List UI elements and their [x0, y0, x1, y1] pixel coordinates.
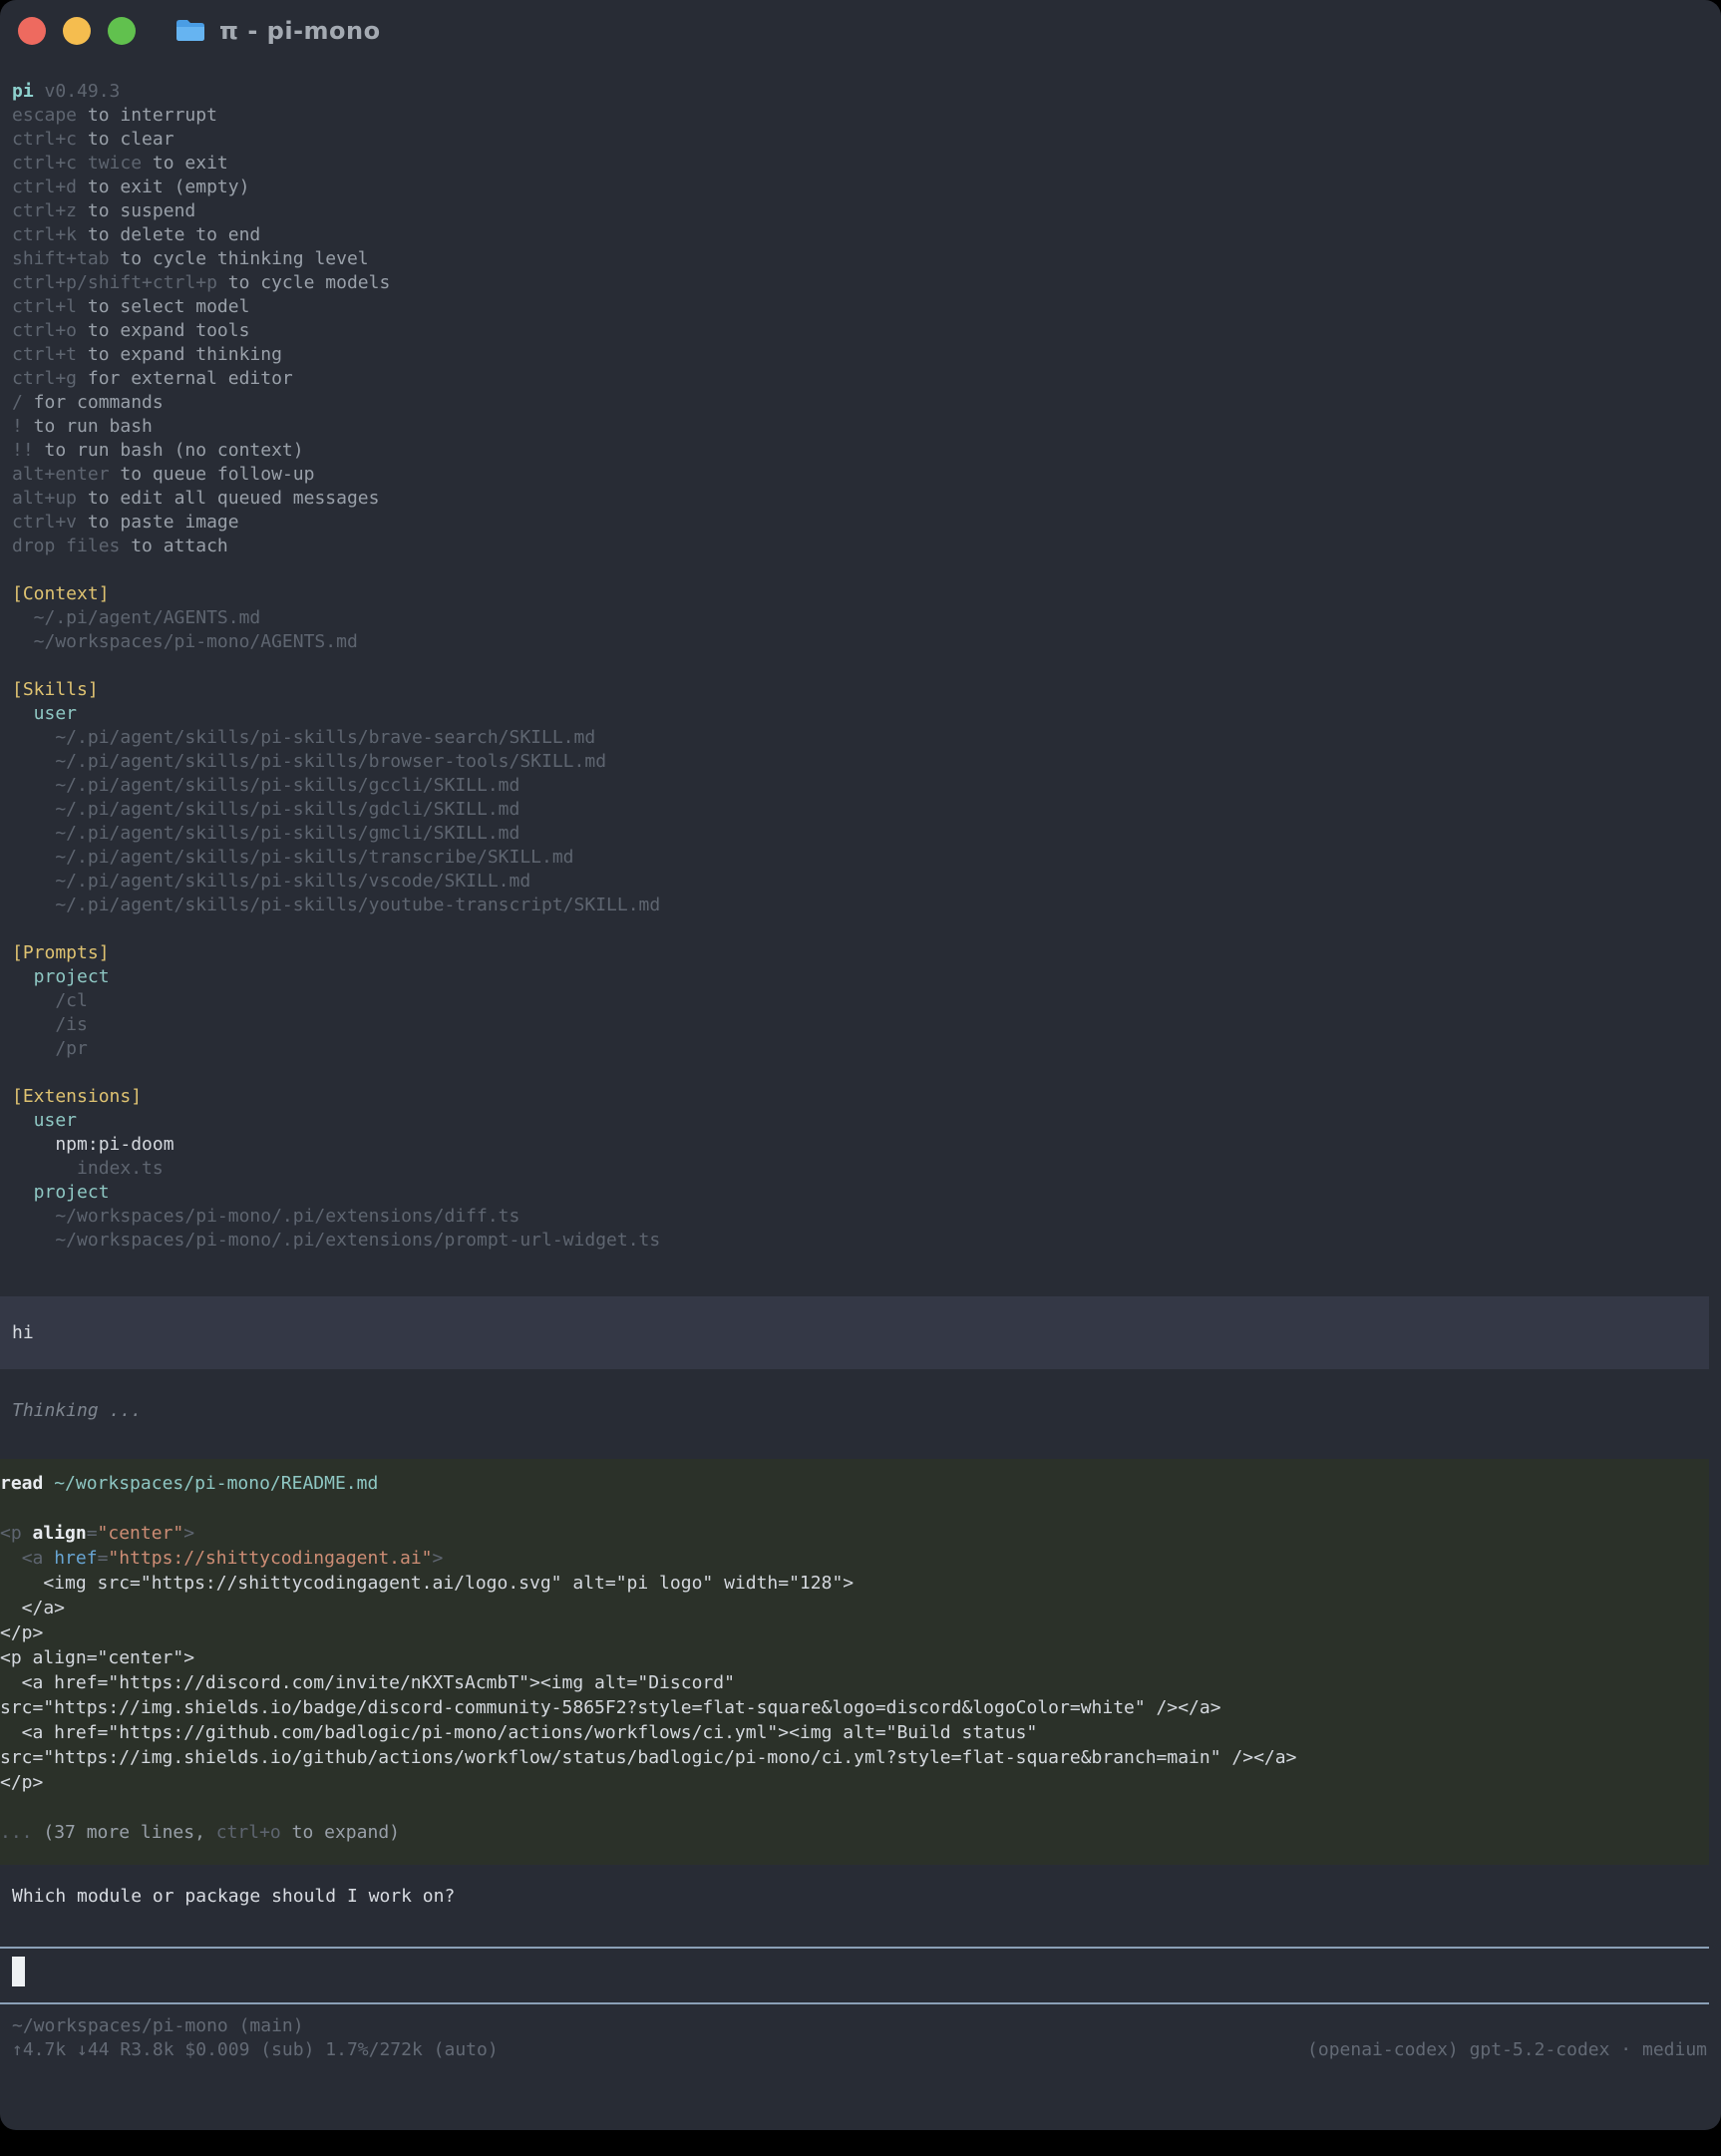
tool-call-block: read ~/workspaces/pi-mono/README.md <p a… [0, 1459, 1709, 1865]
terminal-line [0, 1496, 1709, 1521]
terminal-line: alt+enter to queue follow-up [12, 463, 1721, 487]
terminal-line: ctrl+c to clear [12, 128, 1721, 152]
terminal-line: ctrl+t to expand thinking [12, 343, 1721, 367]
terminal-line: escape to interrupt [12, 104, 1721, 128]
terminal-line: ctrl+c twice to exit [12, 152, 1721, 176]
terminal-line: shift+tab to cycle thinking level [12, 247, 1721, 271]
minimize-button[interactable] [63, 17, 91, 45]
status-bar: ~/workspaces/pi-mono (main) ↑4.7k ↓44 R3… [12, 2014, 1707, 2062]
terminal-line: ctrl+v to paste image [12, 511, 1721, 535]
terminal-line: user [12, 702, 1721, 726]
terminal-line: ! to run bash [12, 415, 1721, 439]
prompt-input[interactable] [0, 1947, 1709, 2004]
titlebar: π - pi-mono [0, 0, 1721, 62]
terminal-line: /cl [12, 989, 1721, 1013]
terminal-line: [Context] [12, 582, 1721, 606]
terminal-line: [Prompts] [12, 941, 1721, 965]
assistant-message: Which module or package should I work on… [12, 1885, 1721, 1909]
terminal-line: src="https://img.shields.io/badge/discor… [0, 1695, 1709, 1720]
terminal-line: alt+up to edit all queued messages [12, 487, 1721, 511]
terminal-line: [Extensions] [12, 1085, 1721, 1109]
terminal-line: ... (37 more lines, ctrl+o to expand) [0, 1820, 1709, 1845]
cwd-branch: ~/workspaces/pi-mono (main) [12, 2014, 1707, 2038]
model-info: (openai-codex) gpt-5.2-codex · medium [1307, 2038, 1707, 2062]
terminal-content: pi v0.49.3escape to interruptctrl+c to c… [0, 62, 1721, 2062]
terminal-line: <a href="https://shittycodingagent.ai"> [0, 1546, 1709, 1571]
terminal-window: π - pi-mono pi v0.49.3escape to interrup… [0, 0, 1721, 2130]
terminal-line [12, 654, 1721, 678]
maximize-button[interactable] [108, 17, 136, 45]
terminal-line: ~/.pi/agent/skills/pi-skills/transcribe/… [12, 846, 1721, 870]
terminal-line: <a href="https://github.com/badlogic/pi-… [0, 1720, 1709, 1745]
terminal-line: ~/.pi/agent/skills/pi-skills/gdcli/SKILL… [12, 798, 1721, 822]
folder-icon [174, 18, 206, 44]
terminal-line: </p> [0, 1770, 1709, 1795]
terminal-line: ~/workspaces/pi-mono/.pi/extensions/diff… [12, 1205, 1721, 1229]
terminal-line: ctrl+l to select model [12, 295, 1721, 319]
terminal-line: <a href="https://discord.com/invite/nKXT… [0, 1670, 1709, 1695]
user-message-text: hi [12, 1321, 34, 1345]
terminal-line: ~/.pi/agent/skills/pi-skills/brave-searc… [12, 726, 1721, 750]
terminal-line: [Skills] [12, 678, 1721, 702]
terminal-line: </p> [0, 1620, 1709, 1645]
thinking-indicator: Thinking ... [12, 1399, 1721, 1423]
terminal-line [0, 1795, 1709, 1820]
terminal-line: ctrl+g for external editor [12, 367, 1721, 391]
terminal-line: !! to run bash (no context) [12, 439, 1721, 463]
terminal-line: pi v0.49.3 [12, 80, 1721, 104]
window-title: π - pi-mono [219, 17, 381, 45]
terminal-line: <p align="center"> [0, 1521, 1709, 1546]
terminal-line: </a> [0, 1596, 1709, 1620]
terminal-line: <p align="center"> [0, 1645, 1709, 1670]
terminal-line: ~/.pi/agent/skills/pi-skills/vscode/SKIL… [12, 870, 1721, 894]
terminal-line: /is [12, 1013, 1721, 1037]
terminal-line: ctrl+k to delete to end [12, 223, 1721, 247]
terminal-line: ctrl+o to expand tools [12, 319, 1721, 343]
terminal-line: project [12, 965, 1721, 989]
terminal-line: ~/workspaces/pi-mono/.pi/extensions/prom… [12, 1229, 1721, 1253]
terminal-line: ctrl+d to exit (empty) [12, 176, 1721, 199]
startup-output: pi v0.49.3escape to interruptctrl+c to c… [0, 80, 1721, 1253]
user-message: hi [0, 1296, 1709, 1369]
terminal-line [12, 917, 1721, 941]
token-stats: ↑4.7k ↓44 R3.8k $0.009 (sub) 1.7%/272k (… [12, 2038, 499, 2062]
terminal-line: src="https://img.shields.io/github/actio… [0, 1745, 1709, 1770]
terminal-line: drop files to attach [12, 535, 1721, 558]
terminal-line: user [12, 1109, 1721, 1133]
terminal-line: /pr [12, 1037, 1721, 1061]
terminal-line: ~/.pi/agent/skills/pi-skills/gmcli/SKILL… [12, 822, 1721, 846]
terminal-line: ctrl+z to suspend [12, 199, 1721, 223]
terminal-line: <img src="https://shittycodingagent.ai/l… [0, 1571, 1709, 1596]
input-line[interactable] [0, 1949, 1709, 2002]
terminal-line: read ~/workspaces/pi-mono/README.md [0, 1471, 1709, 1496]
terminal-line: / for commands [12, 391, 1721, 415]
terminal-line: index.ts [12, 1157, 1721, 1181]
terminal-line: ~/.pi/agent/skills/pi-skills/youtube-tra… [12, 894, 1721, 917]
terminal-line: ctrl+p/shift+ctrl+p to cycle models [12, 271, 1721, 295]
close-button[interactable] [18, 17, 46, 45]
terminal-line: ~/.pi/agent/AGENTS.md [12, 606, 1721, 630]
terminal-line [12, 558, 1721, 582]
terminal-line: npm:pi-doom [12, 1133, 1721, 1157]
terminal-line: project [12, 1181, 1721, 1205]
input-divider-bottom [0, 2002, 1709, 2004]
text-cursor [12, 1957, 25, 1986]
terminal-line: ~/workspaces/pi-mono/AGENTS.md [12, 630, 1721, 654]
terminal-line: ~/.pi/agent/skills/pi-skills/gccli/SKILL… [12, 774, 1721, 798]
terminal-line [12, 1061, 1721, 1085]
terminal-line: ~/.pi/agent/skills/pi-skills/browser-too… [12, 750, 1721, 774]
